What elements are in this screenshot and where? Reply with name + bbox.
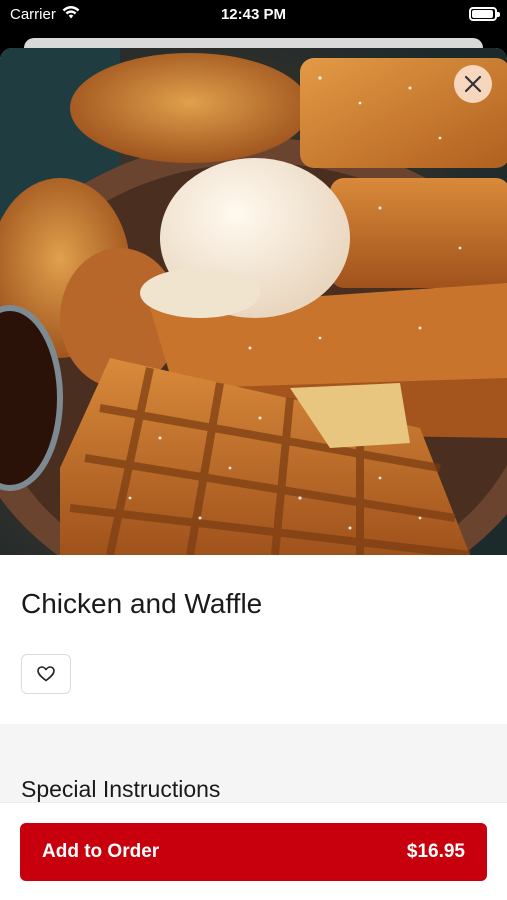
special-instructions-title: Special Instructions	[21, 776, 221, 802]
close-button[interactable]	[454, 65, 492, 103]
heart-icon	[37, 666, 55, 682]
item-photo	[0, 48, 507, 555]
special-instructions-section: Special Instructions	[0, 724, 507, 804]
item-title: Chicken and Waffle	[21, 588, 263, 619]
add-to-order-label: Add to Order	[42, 841, 160, 862]
favorite-button[interactable]	[21, 654, 71, 694]
item-detail-sheet: Chicken and Waffle Special Instructions …	[0, 48, 507, 900]
close-icon	[464, 75, 482, 93]
status-bar: Carrier 12:43 PM	[0, 0, 507, 30]
bottom-bar: Add to Order $16.95	[0, 802, 507, 900]
status-time: 12:43 PM	[220, 6, 287, 23]
order-price: $16.95	[406, 841, 465, 862]
battery-icon	[469, 7, 500, 21]
add-to-order-button[interactable]: Add to Order $16.95	[20, 823, 487, 881]
